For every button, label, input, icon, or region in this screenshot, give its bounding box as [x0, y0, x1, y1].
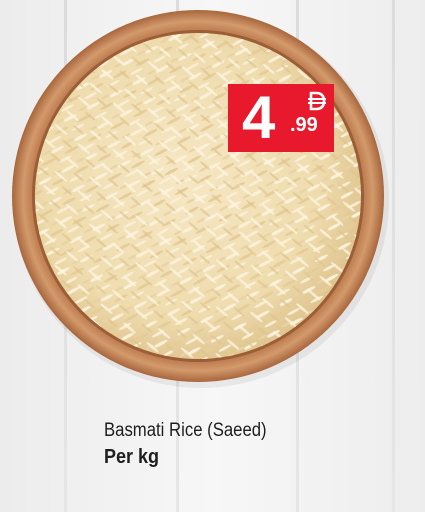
price-tag: 4 .99 [228, 84, 334, 152]
price-decimal: .99 [290, 114, 318, 136]
unit-label: Per kg [104, 446, 160, 468]
dirham-icon [308, 91, 326, 111]
product-name: Basmati Rice (Saeed) [104, 420, 267, 441]
price-integer: 4 [242, 84, 276, 151]
